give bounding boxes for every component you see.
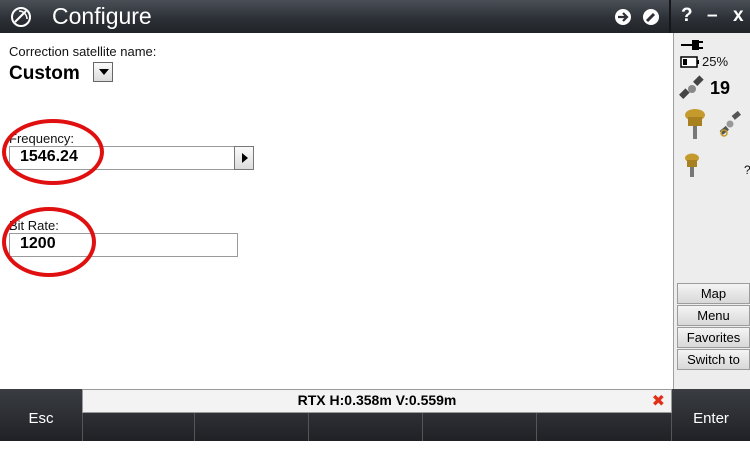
minimize-button[interactable]: – [707,3,718,29]
settings-icon[interactable] [642,8,660,26]
softkey-blank-3[interactable] [308,412,422,441]
rtx-precision-text: RTX H:0.358m V:0.559m [297,392,457,408]
satellite-count: 19 [710,78,731,98]
satellite-icon [679,75,704,99]
battery-icon [680,56,699,68]
map-button[interactable]: Map [677,283,750,304]
rtx-status-bar: RTX H:0.358m V:0.559m ✖ [82,389,672,413]
power-plug-icon [681,40,703,50]
radio-satellite-icon [719,111,741,137]
satellite-dish-icon[interactable] [10,6,32,28]
frequency-arrow-button[interactable] [234,146,254,170]
configure-form: Correction satellite name: Custom Freque… [0,33,673,389]
window-title: Configure [52,3,152,29]
satellite-name-label: Correction satellite name: [9,44,157,59]
satellite-name-value[interactable]: Custom [9,63,80,85]
enter-button[interactable]: Enter [672,389,750,441]
softkey-blank-1[interactable] [82,412,194,441]
softkey-blank-4[interactable] [422,412,536,441]
close-button[interactable]: x [733,3,744,29]
title-bar: Configure ? – x [0,0,750,33]
satellite-dropdown-button[interactable] [93,62,113,82]
title-separator [669,0,671,33]
frequency-highlight-circle [2,119,104,185]
close-x-icon[interactable]: ✖ [652,392,665,410]
menu-button[interactable]: Menu [677,305,750,326]
favorites-button[interactable]: Favorites [677,327,750,348]
switch-to-button[interactable]: Switch to [677,349,750,370]
receiver-status-unknown: ? [744,163,750,177]
base-receiver-icon [685,153,699,177]
softkey-blank-2[interactable] [194,412,308,441]
softkey-blank-5[interactable] [536,412,672,441]
arrow-right-icon[interactable] [614,8,632,26]
bit-rate-highlight-circle [2,207,96,277]
help-button[interactable]: ? [681,3,693,29]
battery-level: 25% [702,54,729,69]
gnss-receiver-icon [685,109,705,139]
esc-button[interactable]: Esc [0,389,82,441]
